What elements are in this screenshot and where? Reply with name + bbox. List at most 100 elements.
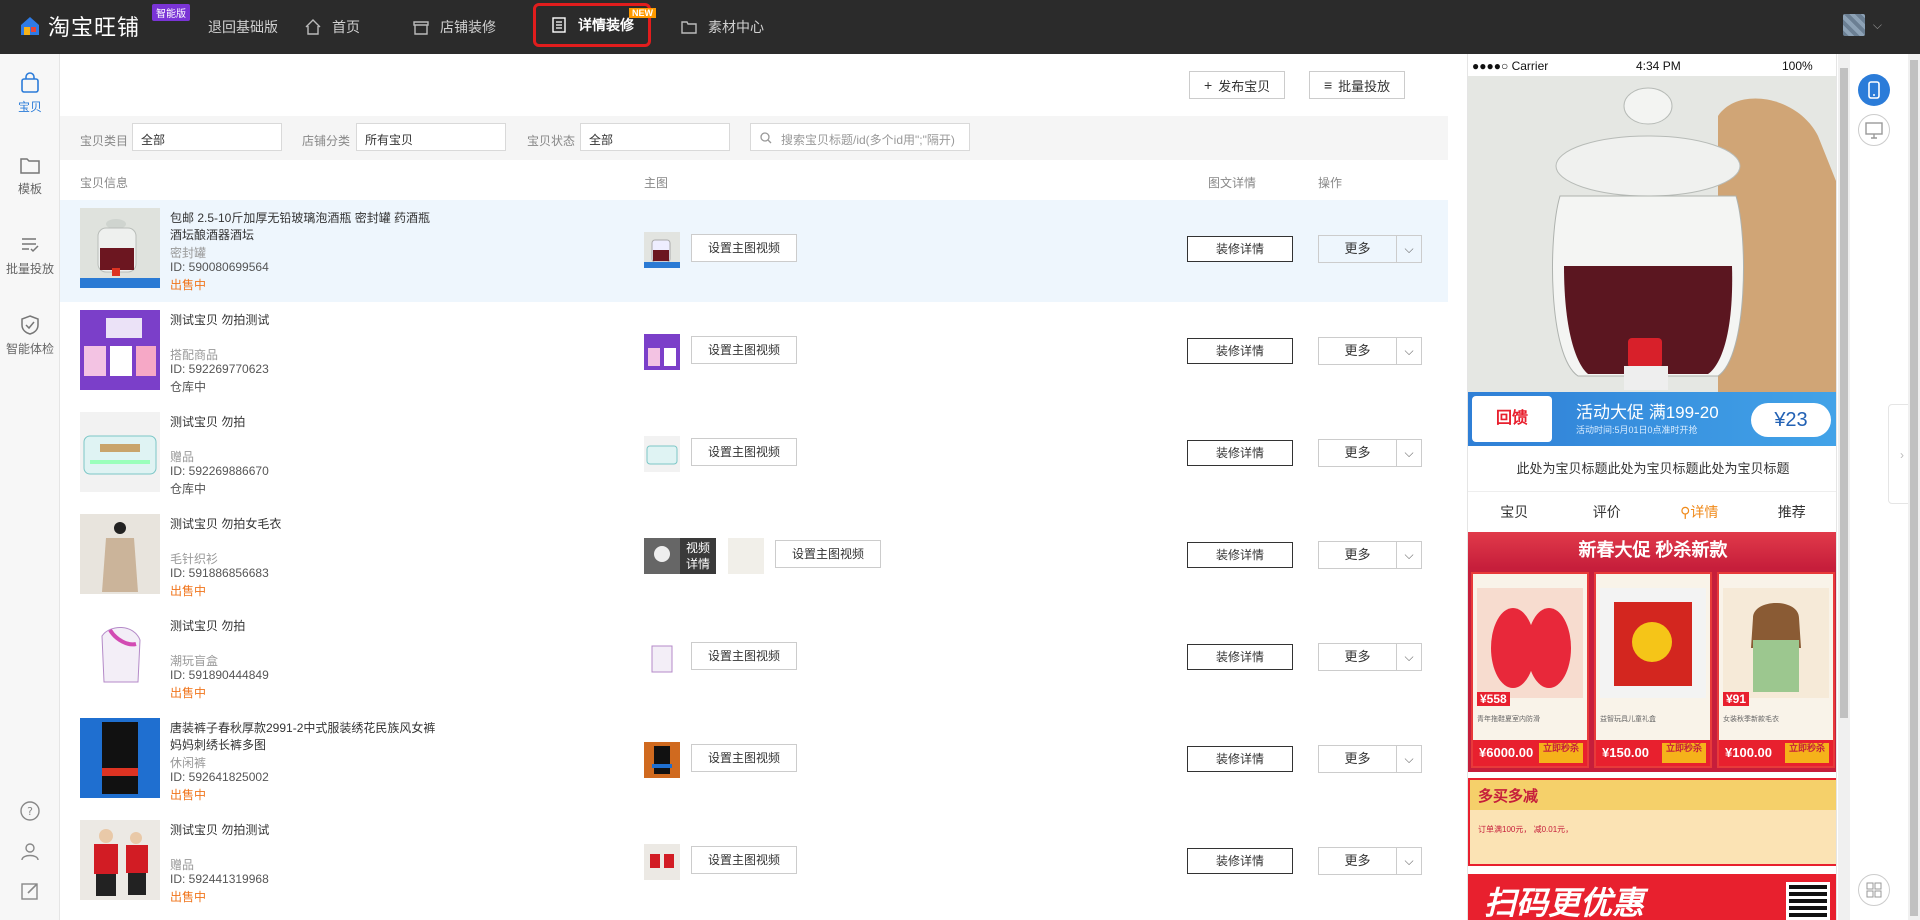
more-actions-dropdown[interactable]: 更多 ⌵ <box>1318 847 1422 875</box>
flash-sale-card[interactable]: ¥91 女装秋季新款毛衣 ¥100.00 立即秒杀 <box>1717 572 1835 768</box>
desktop-view-button[interactable] <box>1858 114 1890 146</box>
product-category: 密封罐 <box>170 246 207 260</box>
taobao-wangpu-logo[interactable]: 淘宝旺铺 <box>18 10 140 42</box>
product-hero-image[interactable]: 回馈 活动大促 满199-20 活动时间:5月01日0点准时开抢 ¥23 <box>1468 76 1836 446</box>
set-main-video-button[interactable]: 设置主图视频 <box>691 744 797 772</box>
nav-detail-decor[interactable]: 详情装修 NEW <box>533 3 656 47</box>
decorate-detail-button[interactable]: 装修详情 <box>1187 746 1293 772</box>
more-actions-dropdown[interactable]: 更多 ⌵ <box>1318 337 1422 365</box>
qr-code-icon <box>1786 882 1830 920</box>
shop-category-select[interactable]: 所有宝贝 <box>356 123 506 151</box>
nav-shop-decor[interactable]: 店铺装修 <box>412 0 496 54</box>
flash-sale-card[interactable]: 益智玩具儿童礼盒 ¥150.00 立即秒杀 <box>1594 572 1712 768</box>
nav-back-basic[interactable]: 退回基础版 <box>208 0 278 54</box>
preview-scrollbar[interactable] <box>1838 54 1850 920</box>
sidebar-item-batch[interactable]: 批量投放 <box>0 234 60 277</box>
coupon-price: ¥558 <box>1477 692 1510 706</box>
product-title[interactable]: 测试宝贝 勿拍 <box>170 618 440 635</box>
chevron-down-icon: ⌵ <box>1404 650 1414 664</box>
search-input[interactable]: 搜索宝贝标题/id(多个id用";"隔开) <box>750 123 970 151</box>
tab-recommend[interactable]: 推荐 <box>1746 492 1837 532</box>
user-button[interactable] <box>0 840 60 862</box>
user-menu[interactable]: ⌵ <box>1842 14 1882 36</box>
product-title[interactable]: 测试宝贝 勿拍女毛衣 <box>170 516 440 533</box>
decorate-detail-button[interactable]: 装修详情 <box>1187 848 1293 874</box>
page-scrollbar[interactable] <box>1908 54 1920 920</box>
product-title[interactable]: 唐装裤子春秋厚款2991-2中式服装绣花民族风女裤妈妈刺绣长裤多图 <box>170 720 440 754</box>
promo-banner[interactable]: 回馈 活动大促 满199-20 活动时间:5月01日0点准时开抢 ¥23 <box>1468 392 1836 446</box>
product-category: 休闲裤 <box>170 756 207 770</box>
publish-product-button[interactable]: + 发布宝贝 <box>1189 71 1286 99</box>
header-detail: 图文详情 <box>1208 176 1257 190</box>
card-price-bar: ¥100.00 立即秒杀 <box>1719 740 1833 766</box>
sidebar-item-templates[interactable]: 模板 <box>0 154 60 197</box>
main-image-thumb[interactable] <box>644 538 680 574</box>
product-thumbnail[interactable] <box>80 820 160 900</box>
product-title[interactable]: 测试宝贝 勿拍测试 <box>170 822 440 839</box>
tab-detail[interactable]: ⚲详情 <box>1653 492 1746 532</box>
video-detail-tag[interactable]: 视频 详情 <box>680 538 716 574</box>
set-main-video-button[interactable]: 设置主图视频 <box>691 846 797 874</box>
sidebar-item-label: 宝贝 <box>17 100 42 114</box>
batch-deliver-button[interactable]: ≡ 批量投放 <box>1309 71 1406 99</box>
sidebar-item-health-check[interactable]: 智能体检 <box>0 314 60 357</box>
video-thumb[interactable] <box>728 538 764 574</box>
status-select[interactable]: 全部 <box>580 123 730 151</box>
more-actions-dropdown[interactable]: 更多 ⌵ <box>1318 235 1422 263</box>
more-actions-dropdown[interactable]: 更多 ⌵ <box>1318 439 1422 467</box>
main-image-thumb[interactable] <box>644 742 680 778</box>
product-thumbnail[interactable] <box>80 616 160 696</box>
main-image-thumb[interactable] <box>644 436 680 472</box>
product-category: 赠品 <box>170 858 195 872</box>
main-image-thumb[interactable] <box>644 334 680 370</box>
qr-preview-button[interactable] <box>1858 874 1890 906</box>
decorate-detail-button[interactable]: 装修详情 <box>1187 644 1293 670</box>
button-label: 发布宝贝 <box>1218 78 1271 94</box>
product-title[interactable]: 测试宝贝 勿拍 <box>170 414 440 431</box>
mobile-view-button[interactable] <box>1858 74 1890 106</box>
buy-now-button[interactable]: 立即秒杀 <box>1785 743 1829 763</box>
tab-product[interactable]: 宝贝 <box>1468 492 1561 532</box>
decorate-detail-button[interactable]: 装修详情 <box>1187 236 1293 262</box>
category-select[interactable]: 全部 <box>132 123 282 151</box>
set-main-video-button[interactable]: 设置主图视频 <box>691 336 797 364</box>
sidebar-item-products[interactable]: 宝贝 <box>0 72 60 115</box>
help-button[interactable]: ? <box>0 800 60 822</box>
set-main-video-button[interactable]: 设置主图视频 <box>775 540 881 568</box>
header-product-info: 宝贝信息 <box>80 176 129 190</box>
card-price: ¥6000.00 <box>1479 745 1534 760</box>
scrollbar-thumb[interactable] <box>1910 60 1918 916</box>
decorate-detail-button[interactable]: 装修详情 <box>1187 338 1293 364</box>
product-thumbnail[interactable] <box>80 208 160 288</box>
product-thumbnail[interactable] <box>80 412 160 492</box>
more-actions-dropdown[interactable]: 更多 ⌵ <box>1318 745 1422 773</box>
scan-discount-banner[interactable]: 扫码更优惠 <box>1468 874 1836 920</box>
buy-now-button[interactable]: 立即秒杀 <box>1662 743 1706 763</box>
main-image-thumb[interactable] <box>644 844 680 880</box>
buy-now-button[interactable]: 立即秒杀 <box>1539 743 1583 763</box>
more-actions-dropdown[interactable]: 更多 ⌵ <box>1318 643 1422 671</box>
more-actions-dropdown[interactable]: 更多 ⌵ <box>1318 541 1422 569</box>
status-badge: 出售中 <box>170 686 207 700</box>
edit-button[interactable] <box>0 880 60 902</box>
set-main-video-button[interactable]: 设置主图视频 <box>691 234 797 262</box>
set-main-video-button[interactable]: 设置主图视频 <box>691 438 797 466</box>
flash-sale-card[interactable]: ¥558 青年拖鞋夏室内防滑 ¥6000.00 立即秒杀 <box>1471 572 1589 768</box>
nav-home[interactable]: 首页 <box>304 0 360 54</box>
product-title[interactable]: 包邮 2.5-10斤加厚无铅玻璃泡酒瓶 密封罐 药酒瓶 酒坛酿酒器酒坛 <box>170 210 440 244</box>
nav-material-center[interactable]: 素材中心 <box>680 0 764 54</box>
product-thumbnail[interactable] <box>80 514 160 594</box>
chevron-down-icon: ⌵ <box>1404 752 1414 766</box>
main-image-thumb[interactable] <box>644 640 680 676</box>
decorate-detail-button[interactable]: 装修详情 <box>1187 440 1293 466</box>
tab-reviews[interactable]: 评价 <box>1561 492 1654 532</box>
product-thumbnail[interactable] <box>80 718 160 798</box>
chevron-down-icon: ⌵ <box>1404 242 1414 256</box>
scrollbar-thumb[interactable] <box>1840 68 1848 718</box>
product-title[interactable]: 测试宝贝 勿拍测试 <box>170 312 440 329</box>
main-image-thumb[interactable] <box>644 232 680 268</box>
more-label: 更多 <box>1319 644 1397 670</box>
decorate-detail-button[interactable]: 装修详情 <box>1187 542 1293 568</box>
product-thumbnail[interactable] <box>80 310 160 390</box>
set-main-video-button[interactable]: 设置主图视频 <box>691 642 797 670</box>
